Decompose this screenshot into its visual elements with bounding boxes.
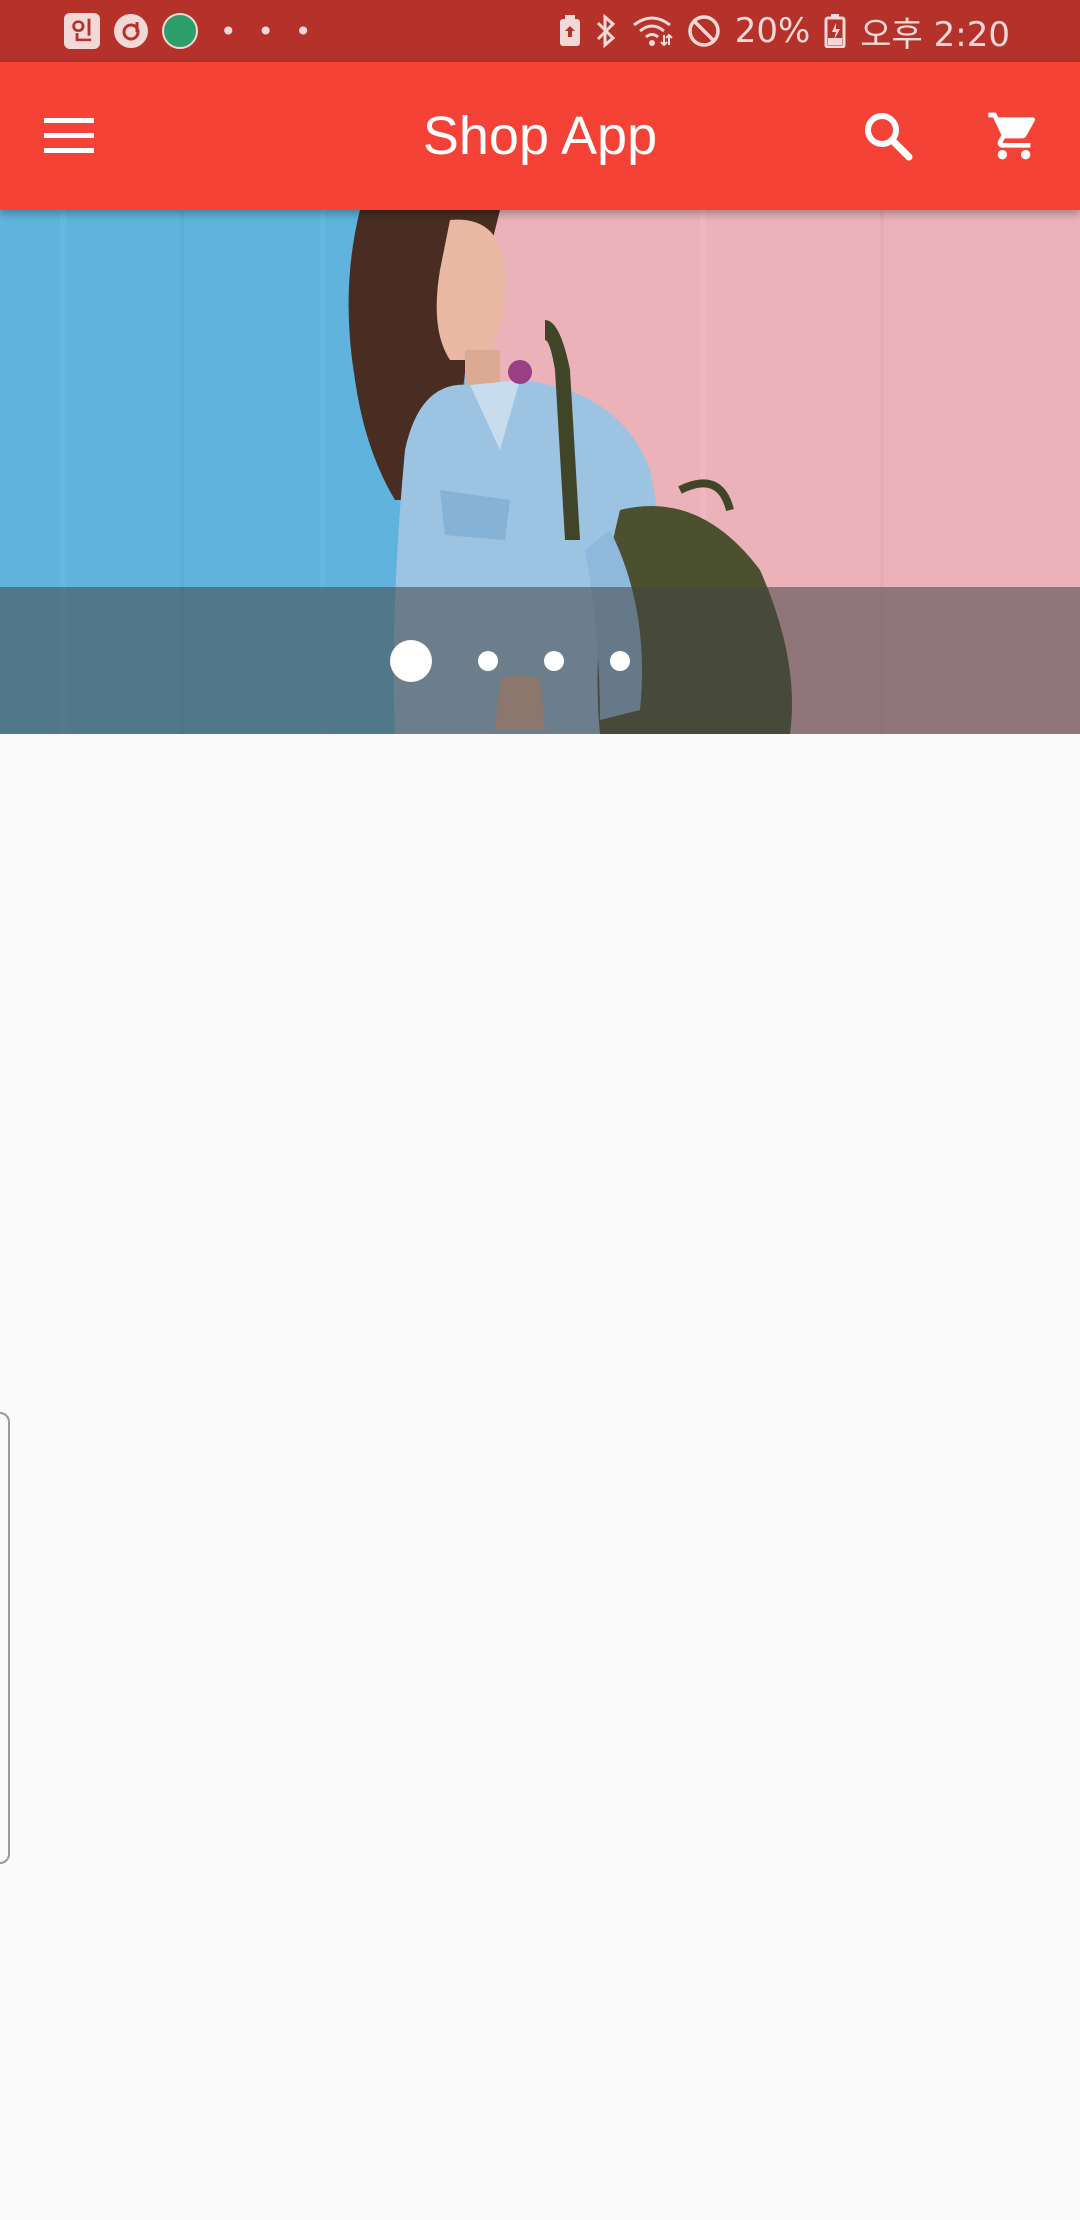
edge-panel-handle[interactable]: [0, 1412, 10, 1864]
status-time: 오후 2:20: [860, 14, 1010, 55]
carousel-dot-1[interactable]: [390, 640, 432, 682]
app-title: Shop App: [422, 106, 658, 166]
battery-saver-icon: [559, 15, 581, 47]
more-notifications-indicator: • • •: [220, 14, 318, 48]
notification-app-icon: 인: [64, 13, 100, 49]
cart-icon: [988, 112, 1036, 160]
dev-app-icon: [162, 13, 198, 49]
carousel-dots: [0, 640, 1080, 682]
carousel-dot-3[interactable]: [544, 651, 564, 671]
status-bar-notifications: 인 • • •: [64, 12, 317, 50]
search-button[interactable]: [858, 106, 918, 166]
cart-button[interactable]: [982, 104, 1046, 168]
carousel-indicator-bar: [0, 587, 1080, 734]
battery-icon: [824, 14, 846, 48]
refresh-app-icon: [114, 14, 148, 48]
carousel-dot-2[interactable]: [478, 651, 498, 671]
do-not-disturb-icon: [687, 14, 721, 48]
carousel-dot-4[interactable]: [610, 651, 630, 671]
status-bar: 인 • • • 20% 오후 2:20: [0, 0, 1080, 62]
wifi-icon: [631, 15, 673, 47]
app-bar: Shop App: [0, 62, 1080, 210]
status-bar-system: 20% 오후 2:20: [559, 8, 1010, 55]
search-icon: [865, 113, 913, 161]
banner-carousel[interactable]: [0, 210, 1080, 734]
bluetooth-icon: [595, 14, 617, 48]
notification-app-label: 인: [70, 17, 94, 45]
screen: 인 • • • 20% 오후 2:20 Shop App: [0, 0, 1080, 2220]
battery-percent: 20%: [734, 11, 811, 51]
